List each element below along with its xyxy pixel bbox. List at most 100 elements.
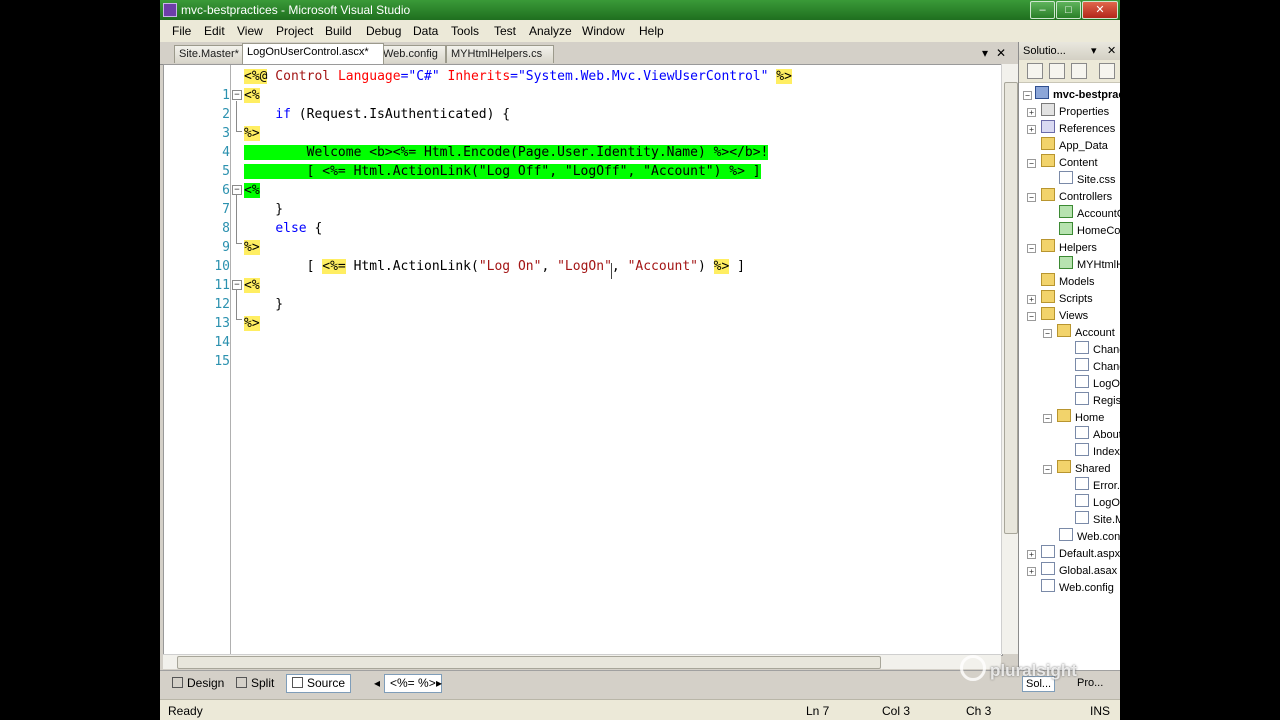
tree-node[interactable]: App_Data	[1041, 137, 1108, 154]
solution-explorer: Solutio... ▾ ✕ −mvc-bestpractices +Prope…	[1018, 42, 1120, 694]
tab-web-config[interactable]: Web.config	[378, 45, 446, 63]
tree-node[interactable]: − Shared	[1043, 460, 1110, 477]
menu-edit[interactable]: Edit	[204, 24, 225, 38]
tab-list-dropdown-icon[interactable]: ▾	[982, 46, 988, 60]
tab-logonusercontrol[interactable]: LogOnUserControl.ascx*	[242, 43, 384, 64]
show-all-files-icon[interactable]	[1049, 63, 1065, 79]
tree-node[interactable]: LogOnUserControl.ascx	[1075, 494, 1120, 511]
close-tab-icon[interactable]: ✕	[996, 46, 1006, 60]
menu-test[interactable]: Test	[494, 24, 516, 38]
text-cursor-icon	[611, 263, 612, 279]
collapse-icon[interactable]: −	[1043, 465, 1052, 474]
tab-myhtmlhelpers[interactable]: MYHtmlHelpers.cs	[446, 45, 554, 63]
expand-icon[interactable]: +	[1027, 125, 1036, 134]
tab-properties[interactable]: Pro...	[1074, 676, 1106, 690]
collapse-icon[interactable]: −	[1027, 193, 1036, 202]
collapse-icon[interactable]: −	[1023, 91, 1032, 100]
tree-node[interactable]: − Helpers	[1027, 239, 1097, 256]
scrollbar-thumb[interactable]	[177, 656, 881, 669]
folder-open-icon	[1057, 460, 1071, 473]
collapse-icon[interactable]: −	[1043, 329, 1052, 338]
collapse-region-icon[interactable]: −	[232, 185, 242, 195]
ascx-file-icon	[1075, 494, 1089, 507]
tree-node[interactable]: MYHtmlHelpers.cs	[1059, 256, 1120, 273]
tree-node[interactable]: About.aspx	[1075, 426, 1120, 443]
expand-icon[interactable]: +	[1027, 550, 1036, 559]
maximize-button[interactable]: □	[1056, 1, 1081, 19]
folder-icon	[1041, 273, 1055, 286]
tree-node[interactable]: Index.aspx	[1075, 443, 1120, 460]
tree-node[interactable]: − Views	[1027, 307, 1088, 324]
expand-icon[interactable]: +	[1027, 295, 1036, 304]
source-icon	[292, 677, 303, 688]
title-bar: mvc-bestpractices - Microsoft Visual Stu…	[160, 0, 1120, 20]
tree-node[interactable]: Register.aspx	[1075, 392, 1120, 409]
close-button[interactable]: ✕	[1082, 1, 1118, 19]
code-text: else {	[275, 221, 323, 236]
expand-icon[interactable]: +	[1027, 567, 1036, 576]
menu-window[interactable]: Window	[582, 24, 625, 38]
collapse-region-icon[interactable]: −	[232, 280, 242, 290]
tree-node[interactable]: Error.aspx	[1075, 477, 1120, 494]
source-view-tab[interactable]: Source	[286, 674, 352, 693]
collapse-region-icon[interactable]: −	[232, 90, 242, 100]
menu-help[interactable]: Help	[639, 24, 664, 38]
code-line: 11 [ <%= Html.ActionLink("Log On", "LogO…	[164, 257, 1002, 293]
tree-node[interactable]: LogOn.aspx	[1075, 375, 1120, 392]
tree-node[interactable]: ChangePasswordSuccess.aspx	[1075, 358, 1120, 375]
collapse-icon[interactable]: −	[1027, 312, 1036, 321]
tree-node[interactable]: Site.Master	[1075, 511, 1120, 528]
tree-node-project[interactable]: −mvc-bestpractices	[1023, 86, 1120, 103]
status-bar: Ready Ln 7 Col 3 Ch 3 INS	[160, 699, 1120, 720]
solution-explorer-header: Solutio... ▾ ✕	[1019, 42, 1120, 61]
menu-file[interactable]: File	[172, 24, 191, 38]
tree-node[interactable]: + References	[1027, 120, 1115, 137]
collapse-icon[interactable]: −	[1027, 244, 1036, 253]
editor-vertical-scrollbar[interactable]	[1001, 64, 1019, 654]
minimize-button[interactable]: –	[1030, 1, 1055, 19]
menu-view[interactable]: View	[237, 24, 263, 38]
menu-build[interactable]: Build	[325, 24, 352, 38]
close-pane-icon[interactable]: ✕	[1107, 42, 1116, 60]
tab-site-master[interactable]: Site.Master*	[174, 45, 248, 63]
collapse-icon[interactable]: −	[1043, 414, 1052, 423]
code-text: [ <%= Html.ActionLink("Log Off", "LogOff…	[244, 164, 761, 179]
editor-horizontal-scrollbar[interactable]	[163, 654, 1001, 669]
tree-node[interactable]: Web.config	[1059, 528, 1120, 545]
menu-analyze[interactable]: Analyze	[529, 24, 572, 38]
menu-project[interactable]: Project	[276, 24, 313, 38]
tree-node[interactable]: + Global.asax	[1027, 562, 1117, 579]
expand-icon[interactable]: +	[1027, 108, 1036, 117]
tree-node[interactable]: − Content	[1027, 154, 1098, 171]
tree-node[interactable]: − Controllers	[1027, 188, 1112, 205]
tree-node[interactable]: ChangePassword.aspx	[1075, 341, 1120, 358]
tree-node[interactable]: + Default.aspx	[1027, 545, 1120, 562]
folder-open-icon	[1041, 154, 1055, 167]
split-view-tab[interactable]: Split	[230, 674, 280, 693]
menu-tools[interactable]: Tools	[451, 24, 479, 38]
aspx-file-icon	[1075, 341, 1089, 354]
solution-toolbar	[1019, 60, 1120, 83]
tree-node[interactable]: − Home	[1043, 409, 1104, 426]
tree-node[interactable]: + Properties	[1027, 103, 1109, 120]
tree-node[interactable]: Models	[1041, 273, 1094, 290]
design-view-tab[interactable]: Design	[166, 674, 230, 693]
properties-icon[interactable]	[1027, 63, 1043, 79]
pane-menu-icon[interactable]: ▾	[1091, 42, 1097, 60]
view-code-icon[interactable]	[1099, 63, 1115, 79]
tree-node[interactable]: − Account	[1043, 324, 1115, 341]
menu-debug[interactable]: Debug	[366, 24, 401, 38]
collapse-icon[interactable]: −	[1027, 159, 1036, 168]
scrollbar-thumb[interactable]	[1004, 82, 1018, 534]
refresh-icon[interactable]	[1071, 63, 1087, 79]
tree-node[interactable]: HomeController.cs	[1059, 222, 1120, 239]
tree-node[interactable]: Web.config	[1041, 579, 1114, 596]
code-editor[interactable]: 1 <%@ Control Language="C#" Inherits="Sy…	[163, 64, 1003, 656]
config-file-icon	[1059, 528, 1073, 541]
tree-node[interactable]: AccountController.cs	[1059, 205, 1120, 222]
tree-node[interactable]: Site.css	[1059, 171, 1116, 188]
tag-nav-right-button[interactable]: ▸	[430, 674, 448, 693]
tree-node[interactable]: + Scripts	[1027, 290, 1093, 307]
menu-bar: File Edit View Project Build Debug Data …	[160, 20, 1120, 43]
menu-data[interactable]: Data	[413, 24, 438, 38]
